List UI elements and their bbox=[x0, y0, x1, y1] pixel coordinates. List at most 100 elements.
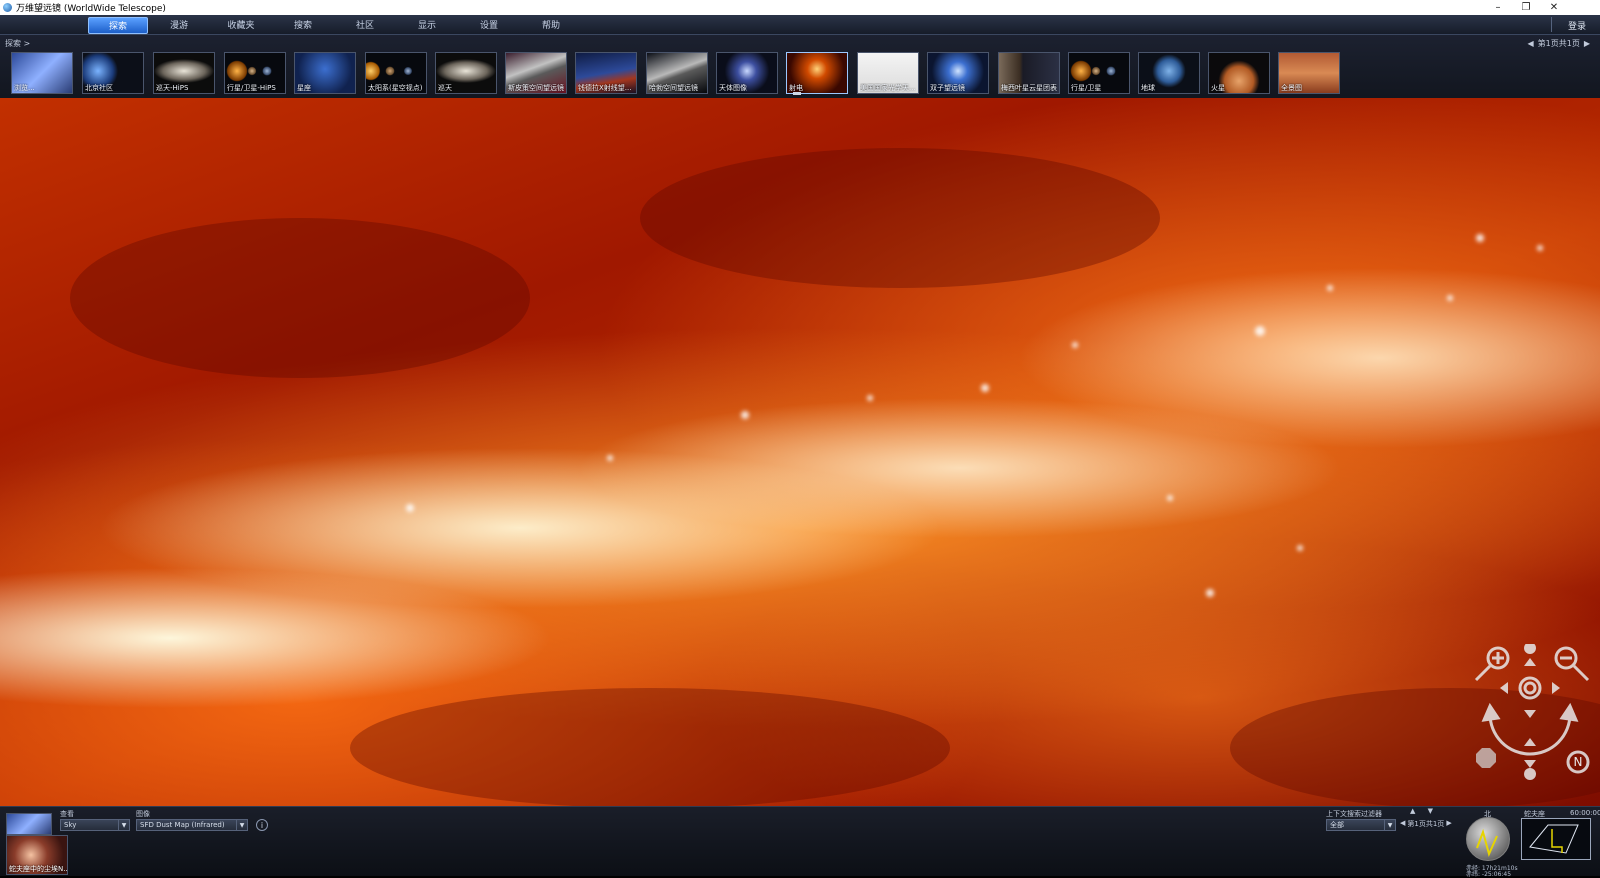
breadcrumb[interactable]: 探索 > bbox=[5, 38, 30, 49]
tab-guided-tours[interactable]: 漫游 bbox=[150, 17, 208, 32]
thumbnail-panoramas[interactable]: 全景图 bbox=[1278, 52, 1340, 94]
context-page-indicator: 第1页共1页 bbox=[1407, 820, 1445, 828]
thumbnail-label: 浏览... bbox=[14, 84, 35, 92]
stop-icon[interactable] bbox=[1476, 748, 1496, 768]
constellation-minimap bbox=[1521, 818, 1591, 860]
thumbnail-spitzer[interactable]: 斯皮策空间望远镜 bbox=[505, 52, 567, 94]
thumbnail-label: 哈勃空间望远镜 bbox=[649, 84, 698, 92]
thumbnail-earth[interactable]: 地球 bbox=[1138, 52, 1200, 94]
thumbnail-astro-images[interactable]: 天体图像 bbox=[716, 52, 778, 94]
chevron-down-icon: ▼ bbox=[236, 820, 247, 830]
thumbnail-open-collection[interactable]: 浏览... bbox=[11, 52, 73, 94]
thumbnail-label: 美国国家光学天... bbox=[860, 84, 916, 92]
close-button[interactable]: ✕ bbox=[1540, 0, 1568, 15]
tilt-up-icon[interactable] bbox=[1524, 738, 1536, 746]
thumbnail-gemini[interactable]: 双子望远镜 bbox=[927, 52, 989, 94]
thumbnail-label: 双子望远镜 bbox=[930, 84, 965, 92]
tab-explore[interactable]: 探索 bbox=[88, 17, 148, 34]
thumbnail-label: 火星 bbox=[1211, 84, 1225, 92]
window-titlebar: 万维望远镜 (WorldWide Telescope) – ❐ ✕ bbox=[0, 0, 1600, 15]
center-view-icon[interactable] bbox=[1518, 676, 1542, 700]
thumbnail-constellations[interactable]: 星座 bbox=[294, 52, 356, 94]
window-title: 万维望远镜 (WorldWide Telescope) bbox=[16, 4, 166, 14]
thumbnail-label: 行星/卫星-HiPS bbox=[227, 84, 276, 92]
tab-settings[interactable]: 设置 bbox=[460, 17, 518, 32]
thumbnail-label: 太阳系(星空视点) bbox=[368, 84, 423, 92]
thumbnail-surveys[interactable]: 巡天 bbox=[435, 52, 497, 94]
login-button[interactable]: 登录 bbox=[1568, 19, 1586, 32]
pan-right-icon[interactable] bbox=[1552, 682, 1560, 694]
dec-readout: 赤纬: -25:06:45 bbox=[1466, 871, 1512, 878]
thumbnail-mars[interactable]: 火星 bbox=[1208, 52, 1270, 94]
thumbnail-label: 全景图 bbox=[1281, 84, 1302, 92]
field-of-view: 60:00:00 bbox=[1570, 809, 1600, 817]
app-logo-icon bbox=[3, 3, 12, 12]
tab-help[interactable]: 帮助 bbox=[522, 17, 580, 32]
page-prev-icon[interactable]: ◀ bbox=[1528, 39, 1534, 48]
tab-collections[interactable]: 收藏夹 bbox=[212, 17, 270, 32]
imagery-value: SFD Dust Map (Infrared) bbox=[140, 821, 225, 829]
context-pager: ◀ 第1页共1页 ▶ bbox=[1400, 819, 1452, 829]
selected-thumbnail-indicator bbox=[793, 92, 801, 95]
maximize-button[interactable]: ❐ bbox=[1512, 0, 1540, 15]
thumbnail-hubble[interactable]: 哈勃空间望远镜 bbox=[646, 52, 708, 94]
imagery-label: 图像 bbox=[136, 810, 150, 818]
tab-view[interactable]: 显示 bbox=[398, 17, 456, 32]
thumbnail-messier[interactable]: 梅西叶星云星团表 bbox=[998, 52, 1060, 94]
thumbnail-solar-system[interactable]: 太阳系(星空视点) bbox=[365, 52, 427, 94]
sky-orientation-globe bbox=[1466, 817, 1510, 861]
thumbnail-label: 巡天 bbox=[438, 84, 452, 92]
explore-pager: ◀ 第1页共1页 ▶ bbox=[1528, 38, 1591, 49]
page-next-icon[interactable]: ▶ bbox=[1446, 819, 1451, 829]
thumbnail-chandra[interactable]: 钱德拉X射线望... bbox=[575, 52, 637, 94]
look-at-thumbnail[interactable] bbox=[6, 813, 52, 835]
scroll-up-icon[interactable]: ▲ bbox=[1410, 807, 1415, 815]
north-reset-icon[interactable]: N bbox=[1566, 750, 1590, 774]
thumbnail-beijing-community[interactable]: 北京社区 bbox=[82, 52, 144, 94]
explore-panel: 探索 > ◀ 第1页共1页 ▶ 浏览... 北京社区 巡天-HiPS 行星/卫星… bbox=[0, 35, 1600, 98]
sky-dust-texture bbox=[70, 148, 1600, 806]
thumbnail-label: 巡天-HiPS bbox=[156, 84, 189, 92]
main-menu-bar: 探索 漫游 收藏夹 搜索 社区 显示 设置 帮助 登录 bbox=[0, 15, 1600, 35]
chevron-down-icon: ▼ bbox=[1384, 820, 1395, 830]
minimize-button[interactable]: – bbox=[1484, 0, 1512, 15]
thumbnail-label: 北京社区 bbox=[85, 84, 113, 92]
thumbnail-planets[interactable]: 行星/卫星 bbox=[1068, 52, 1130, 94]
thumbnail-label: 斯皮策空间望远镜 bbox=[508, 84, 564, 92]
pan-left-icon[interactable] bbox=[1500, 682, 1508, 694]
look-at-dropdown[interactable]: Sky ▼ bbox=[60, 819, 130, 831]
thumbnail-noao[interactable]: 美国国家光学天... bbox=[857, 52, 919, 94]
tab-community[interactable]: 社区 bbox=[336, 17, 394, 32]
sky-view[interactable] bbox=[0, 98, 1600, 806]
tilt-down-icon[interactable] bbox=[1524, 760, 1536, 768]
thumbnail-label: 钱德拉X射线望... bbox=[578, 84, 632, 92]
look-at-value: Sky bbox=[64, 821, 77, 829]
thumbnail-planets-hips[interactable]: 行星/卫星-HiPS bbox=[224, 52, 286, 94]
imagery-dropdown[interactable]: SFD Dust Map (Infrared) ▼ bbox=[136, 819, 248, 831]
bottom-panel: 查看 Sky ▼ 图像 SFD Dust Map (Infrared) ▼ i … bbox=[0, 806, 1600, 876]
pan-up-icon[interactable] bbox=[1524, 658, 1536, 666]
page-next-icon[interactable]: ▶ bbox=[1584, 39, 1590, 48]
page-prev-icon[interactable]: ◀ bbox=[1400, 819, 1405, 829]
context-result-label: 蛇夫座中的尘埃N... bbox=[9, 865, 67, 873]
rotate-ring-icon[interactable] bbox=[1488, 713, 1572, 756]
context-scroll-buttons: ▲ ▼ bbox=[1410, 807, 1433, 815]
navigation-control: N bbox=[1468, 642, 1592, 794]
thumbnail-label: 天体图像 bbox=[719, 84, 747, 92]
context-result-thumbnail[interactable]: 蛇夫座中的尘埃N... bbox=[6, 835, 68, 875]
thumbnail-hips-surveys[interactable]: 巡天-HiPS bbox=[153, 52, 215, 94]
tilt-handle[interactable] bbox=[1524, 768, 1536, 780]
pan-down-icon[interactable] bbox=[1524, 710, 1536, 718]
view-label: 查看 bbox=[60, 810, 74, 818]
chevron-down-icon: ▼ bbox=[118, 820, 129, 830]
thumbnail-label: 梅西叶星云星团表 bbox=[1001, 84, 1057, 92]
thumbnail-label: 行星/卫星 bbox=[1071, 84, 1102, 92]
context-filter-label: 上下文搜索过滤器 bbox=[1326, 810, 1382, 818]
pan-up-handle[interactable] bbox=[1524, 642, 1536, 654]
info-button[interactable]: i bbox=[256, 819, 268, 831]
tab-search[interactable]: 搜索 bbox=[274, 17, 332, 32]
thumbnail-radio[interactable]: 射电 bbox=[786, 52, 848, 94]
scroll-down-icon[interactable]: ▼ bbox=[1428, 807, 1433, 815]
svg-text:N: N bbox=[1574, 755, 1583, 769]
context-filter-dropdown[interactable]: 全部 ▼ bbox=[1326, 819, 1396, 831]
